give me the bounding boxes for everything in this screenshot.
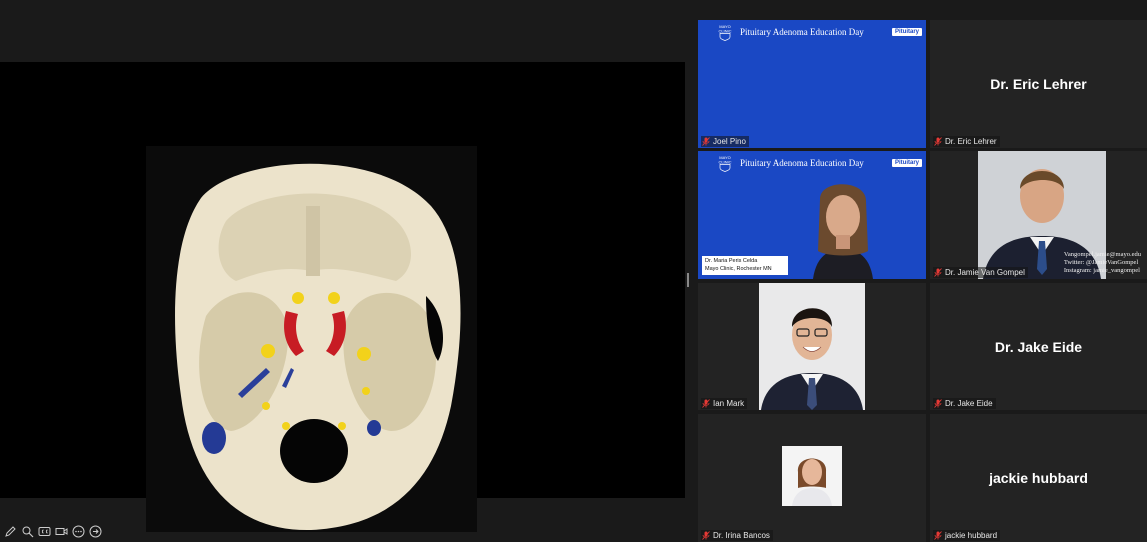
muted-mic-icon [702,531,710,540]
shared-screen[interactable] [0,62,685,537]
mayo-clinic-logo: MAYO CLINIC [714,23,736,41]
participant-tile-jackie-hubbard[interactable]: jackie hubbard jackie hubbard [930,414,1147,542]
participant-tile-ian-mark[interactable]: Ian Mark [698,283,926,410]
participant-name-label: Dr. Jake Eide [933,398,996,409]
participant-name-label: Dr. Irina Bancos [701,530,773,541]
participant-video [798,169,888,279]
event-title: Pituitary Adenoma Education Day [740,158,864,168]
event-title: Pituitary Adenoma Education Day [740,27,864,37]
participant-display-name: Dr. Jake Eide [994,338,1083,355]
participant-name-label: Dr. Eric Lehrer [933,136,1000,147]
muted-mic-icon [934,137,942,146]
muted-mic-icon [934,531,942,540]
social-contact-overlay: Vangompel.jamie@mayo.edu Twitter: @Jamie… [1063,251,1141,274]
svg-text:CLINIC: CLINIC [718,29,731,34]
participant-tile-irina-bancos[interactable]: Dr. Irina Bancos [698,414,926,542]
participant-tile-jake-eide[interactable]: Dr. Jake Eide Dr. Jake Eide [930,283,1147,410]
participant-name-label: Dr. Jamie Van Gompel [933,267,1028,278]
participant-name-label: Joel Pino [701,136,749,147]
annotation-toolbar [3,522,103,540]
pencil-icon[interactable] [3,524,18,539]
arrow-right-icon[interactable] [88,524,103,539]
participant-tile-joel-pino[interactable]: MAYO CLINIC Pituitary Adenoma Education … [698,20,926,148]
video-icon[interactable] [54,524,69,539]
mayo-clinic-logo: MAYO CLINIC [714,154,736,172]
participant-name-label: Ian Mark [701,398,748,409]
participant-name-label: jackie hubbard [933,530,1001,541]
skull-base-photo [146,146,477,532]
muted-mic-icon [934,268,942,277]
participant-tile-eric-lehrer[interactable]: Dr. Eric Lehrer Dr. Eric Lehrer [930,20,1147,148]
participant-tile-jamie-van-gompel[interactable]: Vangompel.jamie@mayo.edu Twitter: @Jamie… [930,151,1147,279]
muted-mic-icon [934,399,942,408]
muted-mic-icon [702,137,710,146]
pituitary-badge: Pituitary [891,159,922,167]
zoom-icon[interactable] [20,524,35,539]
more-icon[interactable] [71,524,86,539]
closed-caption-icon[interactable] [37,524,52,539]
svg-text:CLINIC: CLINIC [718,160,731,165]
participant-photo [759,283,865,410]
event-branding: MAYO CLINIC Pituitary Adenoma Education … [714,23,922,41]
participant-display-name: Dr. Eric Lehrer [990,76,1087,92]
panel-resize-handle[interactable] [686,272,690,288]
speaker-caption: Dr. Maria Peris Celda Mayo Clinic, Roche… [702,256,788,275]
participant-photo [782,446,842,506]
participant-tile-maria-peris-celda[interactable]: MAYO CLINIC Pituitary Adenoma Education … [698,151,926,279]
muted-mic-icon [702,399,710,408]
participant-display-name: jackie hubbard [989,470,1088,486]
pituitary-badge: Pituitary [891,28,922,36]
